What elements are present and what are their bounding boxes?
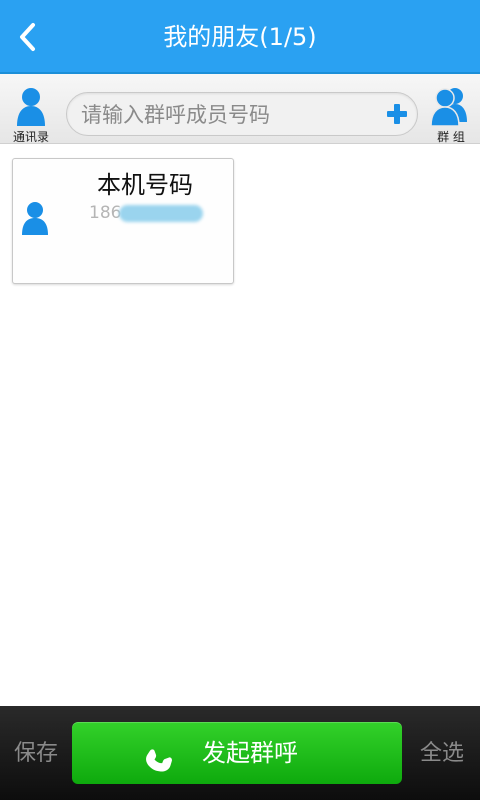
contact-name: 本机号码 [97,171,193,199]
search-toolbar: 通讯录 群 组 [0,74,480,144]
person-icon [17,88,45,126]
phone-icon [146,749,172,772]
page-title: 我的朋友(1/5) [163,23,317,51]
app-root: 我的朋友(1/5) 通讯录 请输入群呼成员号码 群 组 本机号码 186 保存 … [0,0,480,800]
group-icon [430,88,467,127]
redacted-number [119,205,203,222]
person-icon [22,202,48,235]
group-label: 群 组 [437,130,465,144]
group-button[interactable]: 群 组 [426,84,476,144]
save-button[interactable]: 保存 [8,734,64,774]
contacts-button[interactable]: 通讯录 [6,84,56,144]
bottom-action-bar: 保存 发起群呼 全选 [0,706,480,800]
title-bar: 我的朋友(1/5) [0,0,480,74]
contact-card[interactable]: 本机号码 186 [12,158,234,284]
contacts-label: 通讯录 [12,130,49,144]
start-group-call-label: 发起群呼 [202,739,298,767]
plus-icon [387,104,407,124]
search-input[interactable] [79,93,383,137]
search-box [66,92,418,137]
start-group-call-button[interactable]: 发起群呼 [72,722,402,784]
select-all-button[interactable]: 全选 [414,734,470,774]
add-member-button[interactable] [385,102,409,126]
contact-number: 186 [89,203,122,223]
